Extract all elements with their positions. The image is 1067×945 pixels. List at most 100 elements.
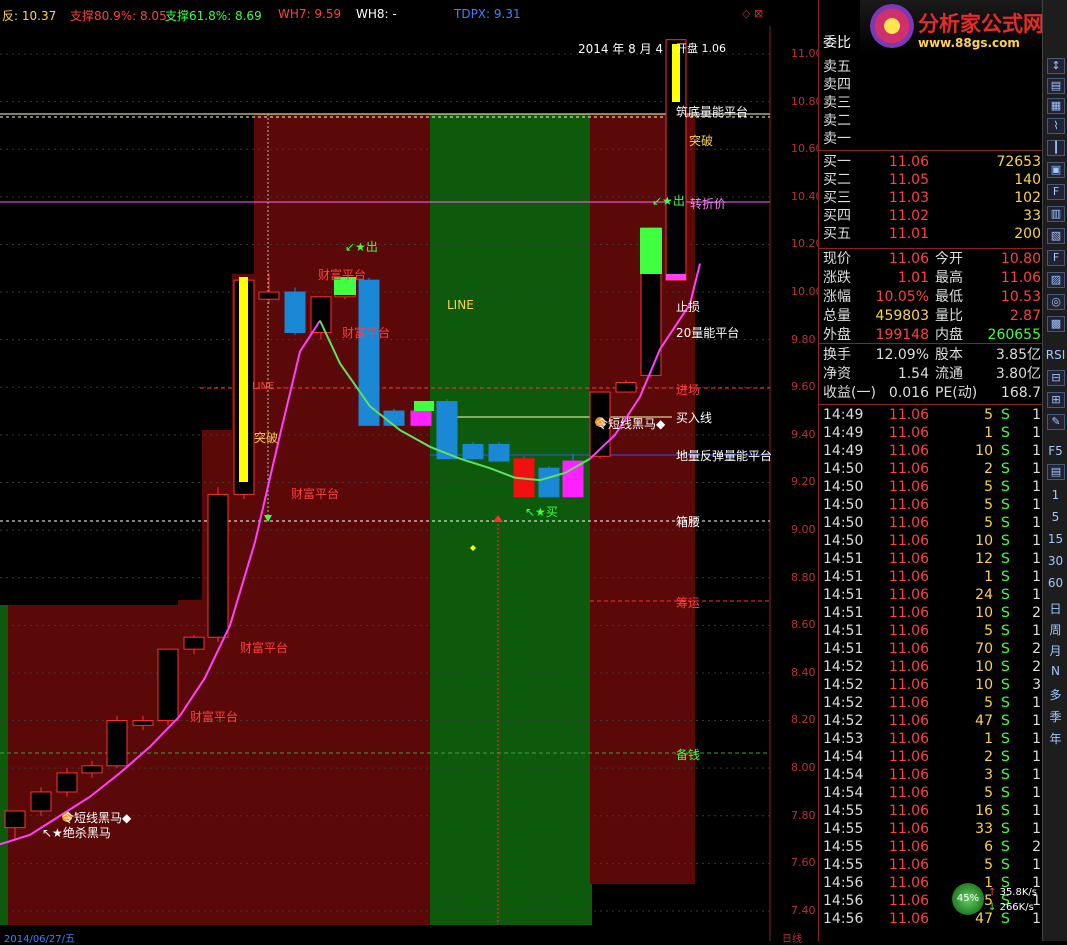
tick-row-price: 11.06 [888, 479, 929, 495]
candle-body [81, 765, 103, 774]
axis-tick: 7.80 [791, 808, 816, 822]
tick-row-time: 14:55 [823, 803, 864, 819]
toolbar-icon-12[interactable]: ◎ [1047, 294, 1065, 310]
tick-row-num: 1 [1032, 713, 1041, 729]
tick-row-time: 14:50 [823, 461, 864, 477]
stat2-row-v2: 3.80亿 [995, 366, 1041, 382]
toolbar-icon-2[interactable]: ▤ [1047, 78, 1065, 94]
stat2-row-v2: 3.85亿 [995, 347, 1041, 363]
tick-row-num: 1 [1032, 569, 1041, 585]
stat2-row-v2: 168.7 [1000, 385, 1041, 401]
tick-row-num: 1 [1032, 497, 1041, 513]
pen-icon[interactable]: ✎ [1047, 414, 1065, 430]
period-1[interactable]: 1 [1043, 488, 1067, 502]
tick-row-side: S [1001, 497, 1010, 513]
logo-title: 分析家公式网 [918, 12, 1044, 36]
net-up: ↑ 35.8K/s [988, 887, 1037, 898]
label-caifu-6: LINE [252, 381, 275, 392]
toolbar-icon-3[interactable]: ▦ [1047, 98, 1065, 114]
toolbar-icon-8[interactable]: ▥ [1047, 206, 1065, 222]
logo-url: www.88gs.com [918, 36, 1020, 50]
period-15[interactable]: 15 [1043, 532, 1067, 546]
axis-tick: 7.40 [791, 903, 816, 917]
network-widget: 45% ↑ 35.8K/s ↓ 266K/s [950, 883, 1040, 917]
toolbar-icon-7[interactable]: F [1047, 184, 1065, 200]
toolbar-icon-14[interactable]: ⊟ [1047, 370, 1065, 386]
green-cap-2 [640, 228, 662, 274]
candle-body [30, 791, 52, 812]
period-week[interactable]: 周 [1043, 621, 1067, 638]
period-year[interactable]: 年 [1043, 730, 1067, 747]
tick-row-side: S [1001, 551, 1010, 567]
toolbar-rsi[interactable]: RSI [1043, 348, 1067, 362]
tick-row-time: 14:55 [823, 839, 864, 855]
toolbar-icon-9[interactable]: ▧ [1047, 228, 1065, 244]
tick-row-num: 1 [1032, 821, 1041, 837]
label-caifu-2: 财富平台 [342, 326, 391, 340]
candle-body [410, 410, 432, 426]
tick-row-num: 1 [1032, 461, 1041, 477]
tick-row-price: 11.06 [888, 461, 929, 477]
label-caifu-5: 财富平台 [190, 710, 239, 724]
axis-tick: 8.80 [791, 570, 816, 584]
tick-row-price: 11.06 [888, 695, 929, 711]
tick-row-num: 1 [1032, 857, 1041, 873]
sell-row-key: 卖四 [823, 77, 851, 93]
tick-row-vol: 3 [984, 767, 993, 783]
period-multi[interactable]: 多 [1043, 686, 1067, 703]
tick-row-vol: 10 [975, 605, 993, 621]
tick-row-vol: 5 [984, 695, 993, 711]
window-buttons[interactable]: ◇ ⊠ [742, 7, 763, 20]
tick-row-side: S [1001, 767, 1010, 783]
buy-row-key: 买一 [823, 154, 851, 170]
tick-row-side: S [1001, 713, 1010, 729]
candle-body [310, 296, 332, 334]
tick-row-price: 11.06 [888, 569, 929, 585]
sell-row-key: 卖五 [823, 59, 851, 75]
tick-row-price: 11.06 [888, 497, 929, 513]
period-month[interactable]: 月 [1043, 642, 1067, 659]
toolbar-icon-1[interactable]: ↕ [1047, 58, 1065, 74]
toolbar-icon-15[interactable]: ⊞ [1047, 392, 1065, 408]
period-day[interactable]: 日 [1043, 600, 1067, 617]
period-n[interactable]: N [1043, 664, 1067, 678]
toolbar-icon-16[interactable]: ▤ [1047, 464, 1065, 480]
axis-tick: 9.40 [791, 427, 816, 441]
toolbar-icon-11[interactable]: ▨ [1047, 272, 1065, 288]
tick-row-time: 14:51 [823, 551, 864, 567]
tick-row-vol: 5 [984, 479, 993, 495]
stat2-row-k2: PE(动) [935, 385, 978, 401]
period-30[interactable]: 30 [1043, 554, 1067, 568]
tick-row-time: 14:49 [823, 425, 864, 441]
chart-line-icon[interactable]: ⌇ [1047, 118, 1065, 134]
tick-row-price: 11.06 [888, 677, 929, 693]
net-down: ↓ 266K/s [988, 902, 1034, 913]
tick-row-num: 2 [1032, 839, 1041, 855]
stat-row-v2: 10.80 [1000, 251, 1041, 267]
tick-row-price: 11.06 [888, 893, 929, 909]
toolbar-f5[interactable]: F5 [1043, 444, 1067, 458]
stat-row-k2: 最低 [935, 289, 963, 305]
tick-row-time: 14:54 [823, 785, 864, 801]
candle-body [183, 636, 205, 650]
stat-row-k2: 最高 [935, 270, 963, 286]
tick-row-side: S [1001, 839, 1010, 855]
stat2-row-k1: 净资 [823, 366, 851, 382]
tick-row-time: 14:54 [823, 749, 864, 765]
stat-row-v2: 10.53 [1000, 289, 1041, 305]
candle-body [538, 467, 560, 498]
tick-row-price: 11.06 [888, 407, 929, 423]
candle-icon[interactable]: ┃ [1047, 140, 1065, 156]
weibi-label: 委比 [823, 35, 851, 51]
period-5[interactable]: 5 [1043, 510, 1067, 524]
tick-row-num: 1 [1032, 731, 1041, 747]
period-quarter[interactable]: 季 [1043, 708, 1067, 725]
toolbar-icon-6[interactable]: ▣ [1047, 162, 1065, 178]
right-toolbar: ↕ ▤ ▦ ⌇ ┃ ▣ F ▥ ▧ F ▨ ◎ ▩ RSI ⊟ ⊞ ✎ F5 ▤… [1042, 0, 1067, 941]
candle-body [258, 291, 280, 300]
toolbar-icon-13[interactable]: ▩ [1047, 316, 1065, 332]
toolbar-icon-10[interactable]: F [1047, 250, 1065, 266]
tick-row-num: 1 [1032, 533, 1041, 549]
period-60[interactable]: 60 [1043, 576, 1067, 590]
stat-row-v2: 2.87 [1009, 308, 1041, 324]
